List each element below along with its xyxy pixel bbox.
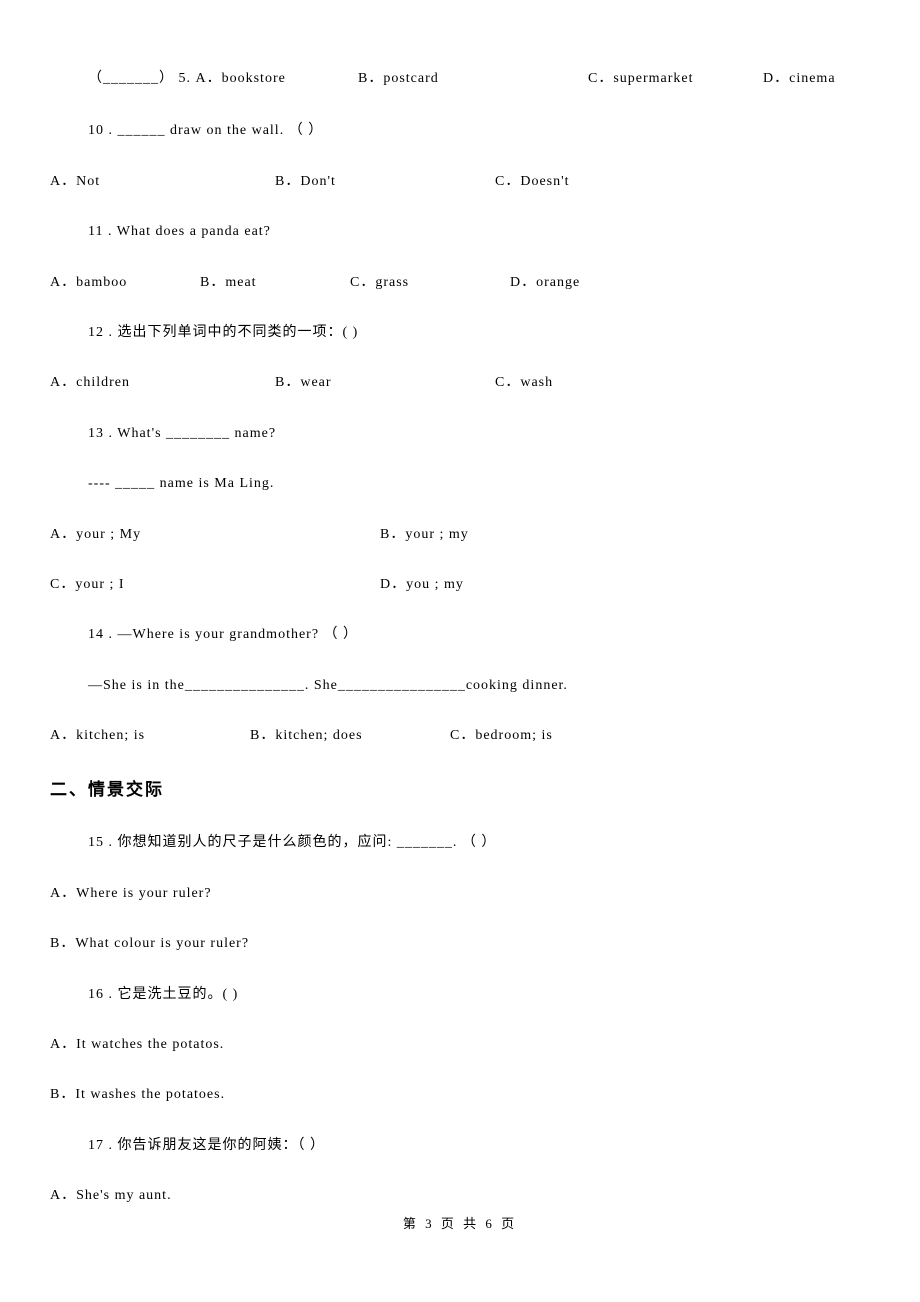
q9-opt-a: （_______） 5. A．bookstore: [88, 68, 358, 90]
q14-options: A．kitchen; is B．kitchen; does C．bedroom;…: [50, 725, 870, 747]
q13-opt-a: A．your ; My: [50, 524, 380, 546]
q9-opt-b: B．postcard: [358, 68, 588, 90]
q12-opt-b: B．wear: [275, 372, 495, 394]
q9-options: （_______） 5. A．bookstore B．postcard C．su…: [50, 68, 870, 90]
q11-opt-a: A．bamboo: [50, 272, 200, 294]
q12-options: A．children B．wear C．wash: [50, 372, 870, 394]
q10-stem: 10 . ______ draw on the wall. （ ）: [50, 120, 870, 142]
q17-stem: 17 . 你告诉朋友这是你的阿姨：（ ）: [50, 1135, 870, 1157]
q16-opt-b: B．It washes the potatoes.: [50, 1084, 870, 1106]
q15-opt-b: B．What colour is your ruler?: [50, 933, 870, 955]
q12-stem: 12 . 选出下列单词中的不同类的一项：( ): [50, 322, 870, 344]
q16-stem: 16 . 它是洗土豆的。( ): [50, 984, 870, 1006]
q12-opt-a: A．children: [50, 372, 275, 394]
q9-opt-d: D．cinema: [763, 68, 836, 90]
q13-opt-b: B．your ; my: [380, 524, 469, 546]
q10-opt-b: B．Don't: [275, 171, 495, 193]
q11-opt-b: B．meat: [200, 272, 350, 294]
q13-stem2: ---- _____ name is Ma Ling.: [50, 473, 870, 495]
q11-options: A．bamboo B．meat C．grass D．orange: [50, 272, 870, 294]
q10-options: A．Not B．Don't C．Doesn't: [50, 171, 870, 193]
q10-opt-a: A．Not: [50, 171, 275, 193]
q14-opt-a: A．kitchen; is: [50, 725, 250, 747]
q15-stem: 15 . 你想知道别人的尺子是什么颜色的，应问: _______. （ ）: [50, 832, 870, 854]
section-2-title: 二、情景交际: [50, 775, 870, 800]
q14-opt-c: C．bedroom; is: [450, 725, 553, 747]
q13-options-row1: A．your ; My B．your ; my: [50, 524, 870, 546]
q11-opt-d: D．orange: [510, 272, 580, 294]
q12-opt-c: C．wash: [495, 372, 553, 394]
q14-stem2: —She is in the_______________. She______…: [50, 675, 870, 697]
q13-opt-c: C．your ; I: [50, 574, 380, 596]
q17-opt-a: A．She's my aunt.: [50, 1185, 870, 1207]
q13-opt-d: D．you ; my: [380, 574, 464, 596]
q16-opt-a: A．It watches the potatos.: [50, 1034, 870, 1056]
page-footer: 第 3 页 共 6 页: [0, 1213, 920, 1232]
q13-options-row2: C．your ; I D．you ; my: [50, 574, 870, 596]
q9-opt-c: C．supermarket: [588, 68, 763, 90]
q14-stem1: 14 . —Where is your grandmother? （ ）: [50, 624, 870, 646]
q13-stem1: 13 . What's ________ name?: [50, 423, 870, 445]
q11-stem: 11 . What does a panda eat?: [50, 221, 870, 243]
q11-opt-c: C．grass: [350, 272, 510, 294]
page-content: （_______） 5. A．bookstore B．postcard C．su…: [0, 0, 920, 1208]
q14-opt-b: B．kitchen; does: [250, 725, 450, 747]
q10-opt-c: C．Doesn't: [495, 171, 570, 193]
q15-opt-a: A．Where is your ruler?: [50, 883, 870, 905]
